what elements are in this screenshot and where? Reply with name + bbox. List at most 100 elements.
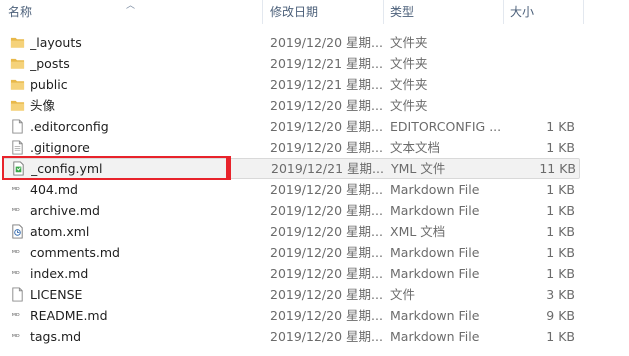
file-name: _posts: [30, 56, 70, 71]
markdown-file-icon: ᴹᴰ: [10, 182, 25, 197]
file-date: 2019/12/20 星期...: [270, 308, 382, 323]
file-type: 文本文档: [390, 140, 441, 155]
file-type: 文件夹: [390, 77, 428, 92]
file-date: 2019/12/20 星期...: [270, 35, 382, 50]
file-type: YML 文件: [391, 161, 446, 176]
file-date: 2019/12/20 星期...: [270, 266, 382, 281]
file-date: 2019/12/21 星期...: [271, 161, 383, 176]
column-name-header[interactable]: 名称: [8, 0, 32, 24]
svg-text:ᴹᴰ: ᴹᴰ: [12, 311, 20, 320]
file-row[interactable]: _posts 2019/12/21 星期... 文件夹: [0, 53, 629, 74]
file-name: 头像: [30, 98, 56, 113]
file-row[interactable]: public 2019/12/21 星期... 文件夹: [0, 74, 629, 95]
markdown-file-icon: ᴹᴰ: [10, 245, 25, 260]
file-date: 2019/12/20 星期...: [270, 182, 382, 197]
text-file-icon: [10, 140, 25, 155]
file-date: 2019/12/20 星期...: [270, 245, 382, 260]
file-date: 2019/12/20 星期...: [270, 119, 382, 134]
file-name: .editorconfig: [30, 119, 109, 134]
file-row[interactable]: ᴹᴰ index.md 2019/12/20 星期... Markdown Fi…: [0, 263, 629, 284]
file-type: 文件夹: [390, 35, 428, 50]
file-name: index.md: [30, 266, 89, 281]
file-row[interactable]: .editorconfig 2019/12/20 星期... EDITORCON…: [0, 116, 629, 137]
file-type: Markdown File: [390, 245, 480, 260]
file-name: archive.md: [30, 203, 100, 218]
markdown-file-icon: ᴹᴰ: [10, 308, 25, 323]
file-row[interactable]: ᴹᴰ comments.md 2019/12/20 星期... Markdown…: [0, 242, 629, 263]
file-date: 2019/12/20 星期...: [270, 140, 382, 155]
column-divider[interactable]: [262, 0, 263, 24]
file-name: LICENSE: [30, 287, 83, 302]
file-row[interactable]: ᴹᴰ tags.md 2019/12/20 星期... Markdown Fil…: [0, 326, 629, 347]
file-type: Markdown File: [390, 329, 480, 344]
file-type: Markdown File: [390, 308, 480, 323]
file-row[interactable]: 头像 2019/12/20 星期... 文件夹: [0, 95, 629, 116]
file-size: 1 KB: [546, 329, 575, 344]
file-name: 404.md: [30, 182, 78, 197]
file-type: XML 文档: [390, 224, 446, 239]
column-divider[interactable]: [383, 0, 384, 24]
folder-icon: [10, 35, 25, 50]
folder-icon: [10, 56, 25, 71]
file-row[interactable]: atom.xml 2019/12/20 星期... XML 文档 1 KB: [0, 221, 629, 242]
file-date: 2019/12/21 星期...: [270, 56, 382, 71]
sort-up-icon: ︿: [126, 1, 136, 11]
file-date: 2019/12/20 星期...: [270, 329, 382, 344]
svg-text:ᴹᴰ: ᴹᴰ: [12, 185, 20, 194]
file-size: 1 KB: [546, 140, 575, 155]
file-date: 2019/12/20 星期...: [270, 287, 382, 302]
column-date-header[interactable]: 修改日期: [270, 0, 318, 24]
file-name: README.md: [30, 308, 108, 323]
file-type: Markdown File: [390, 266, 480, 281]
file-name: _layouts: [30, 35, 82, 50]
file-type: 文件夹: [390, 98, 428, 113]
file-date: 2019/12/20 星期...: [270, 98, 382, 113]
column-size-header[interactable]: 大小: [510, 0, 534, 24]
file-type: Markdown File: [390, 203, 480, 218]
xml-file-icon: [10, 224, 25, 239]
svg-text:ᴹᴰ: ᴹᴰ: [12, 206, 20, 215]
file-type: EDITORCONFIG ...: [390, 119, 502, 134]
file-row[interactable]: .gitignore 2019/12/20 星期... 文本文档 1 KB: [0, 137, 629, 158]
column-type-header[interactable]: 类型: [390, 0, 414, 24]
file-name: tags.md: [30, 329, 82, 344]
folder-icon: [10, 98, 25, 113]
markdown-file-icon: ᴹᴰ: [10, 266, 25, 281]
folder-icon: [10, 77, 25, 92]
file-date: 2019/12/20 星期...: [270, 224, 382, 239]
file-size: 1 KB: [546, 266, 575, 281]
file-type: 文件夹: [390, 56, 428, 71]
file-size: 9 KB: [546, 308, 575, 323]
file-name: .gitignore: [30, 140, 90, 155]
file-size: 1 KB: [546, 203, 575, 218]
svg-text:ᴹᴰ: ᴹᴰ: [12, 248, 20, 257]
file-date: 2019/12/21 星期...: [270, 77, 382, 92]
file-row[interactable]: _layouts 2019/12/20 星期... 文件夹: [0, 32, 629, 53]
file-row[interactable]: ᴹᴰ README.md 2019/12/20 星期... Markdown F…: [0, 305, 629, 326]
file-size: 3 KB: [546, 287, 575, 302]
file-type: 文件: [390, 287, 416, 302]
file-size: 11 KB: [539, 161, 576, 176]
file-date: 2019/12/20 星期...: [270, 203, 382, 218]
column-divider[interactable]: [503, 0, 504, 24]
column-divider[interactable]: [583, 0, 584, 24]
file-size: 1 KB: [546, 182, 575, 197]
markdown-file-icon: ᴹᴰ: [10, 203, 25, 218]
svg-text:ᴹᴰ: ᴹᴰ: [12, 332, 20, 341]
file-name: public: [30, 77, 68, 92]
file-row[interactable]: ᴹᴰ archive.md 2019/12/20 星期... Markdown …: [0, 200, 629, 221]
file-size: 1 KB: [546, 224, 575, 239]
file-name: atom.xml: [30, 224, 90, 239]
file-row[interactable]: LICENSE 2019/12/20 星期... 文件 3 KB: [0, 284, 629, 305]
file-icon: [10, 287, 25, 302]
file-size: 1 KB: [546, 119, 575, 134]
annotation-highlight-box: [2, 156, 231, 180]
file-icon: [10, 119, 25, 134]
file-type: Markdown File: [390, 182, 480, 197]
file-name: comments.md: [30, 245, 120, 260]
svg-text:ᴹᴰ: ᴹᴰ: [12, 269, 20, 278]
file-row[interactable]: ᴹᴰ 404.md 2019/12/20 星期... Markdown File…: [0, 179, 629, 200]
column-header: 名称 ︿ 修改日期 类型 大小: [0, 0, 629, 24]
markdown-file-icon: ᴹᴰ: [10, 329, 25, 344]
file-size: 1 KB: [546, 245, 575, 260]
